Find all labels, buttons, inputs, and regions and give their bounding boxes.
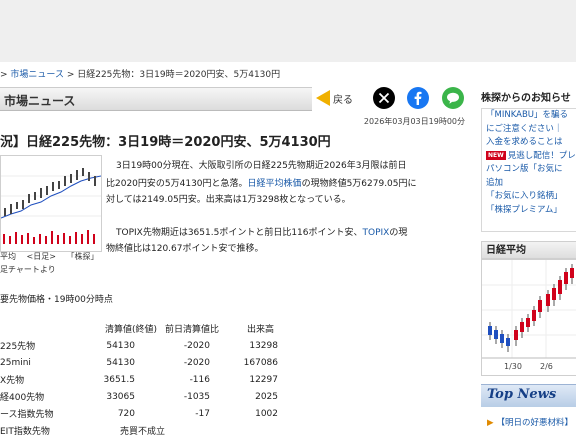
chart-tab-kabutan[interactable]: 「株探」 [67,252,99,261]
table-row: EIT指数先物 売買不成立 [0,427,166,437]
article-paragraph-1-line-1: 3日19時00分現在、大阪取引所の日経225先物期近2026年3月限は前日 [116,161,407,171]
table-header-settlement-label: 清算値(終値) [105,325,158,335]
table-header-name [0,320,100,337]
top-news-item-label: 【明日の好悪材料】 [496,418,574,428]
notice-item[interactable]: 「お気に入り銘柄」 [482,190,576,204]
triangle-right-icon: ▶ [487,418,494,428]
back-label: 戻る [333,94,353,106]
article-headline: 況】日経225先物：3日19時＝2020円安、5万4130円 [0,135,331,150]
breadcrumb-market-news-link[interactable]: 市場ニュース [10,70,64,80]
breadcrumb: > 市場ニュース > 日経225先物：3日19時＝2020円安、5万4130円 [0,67,280,80]
futures-price-table: 清算値(終値) 前日清算値比 出来高 225先物 54130 -2020 13298… [0,320,278,439]
para2-line1-tail: の現 [389,228,408,238]
table-row: 225先物 54130 -2020 13298 [0,340,278,353]
notice-item[interactable]: 入金を求めることは [482,136,576,150]
notice-item[interactable]: 「株探プレミアム」 [482,204,576,218]
para1-line2-tail: の現物終値5万6279.05円に [301,179,417,189]
nikkei-average-chart-svg: 1/30 2/6 [482,260,576,371]
table-header-volume-label: 出来高 [247,325,275,335]
chart-tab-daily[interactable]: <日足> [27,252,56,261]
notice-item-label: 見逃し配信！プレ [507,150,576,161]
nikkei-thumbnail-chart[interactable] [0,155,102,252]
new-badge: NEW [486,150,506,160]
table-row: 25mini 54130 -2020 167086 [0,357,278,368]
top-news-header: Top News [481,384,576,407]
back-arrow-icon [316,90,330,106]
nikkei-average-link[interactable]: 日経平均株価 [248,179,302,189]
article-paragraph-2-line-1: TOPIX先物期近は3651.5ポイントと前日比116ポイント安、TOPIXの現 [116,225,407,241]
facebook-share-button[interactable] [407,87,429,109]
notice-list: 「MINKABU」を騙る にご注意ください｜ 入金を求めることは NEW 見逃し配… [481,108,576,232]
futures-table-title: 要先物価格・19時00分時点 [0,295,113,305]
top-news-item[interactable]: ▶ 【明日の好悪材料】 [487,416,573,428]
x-share-button[interactable] [373,87,395,109]
article-paragraph-1-line-3: 対しては2149.05円安。出来高は1万3298枚となっている。 [106,195,351,205]
para1-line2-text: 比2020円安の5万4130円と急落。 [106,179,248,189]
chart-tab-average[interactable]: 平均 [0,252,16,261]
top-news-label: Top News [487,387,557,402]
notice-item[interactable]: にご注意ください｜ [482,123,576,137]
article-paragraph-2-line-2: 物終値比は120.67ポイント安で推移。 [106,244,264,254]
breadcrumb-current: 日経225先物：3日19時＝2020円安、5万4130円 [77,70,281,80]
section-header: 市場ニュース [0,87,312,111]
article-timestamp: 2026年03月03日19時00分 [363,117,465,126]
browser-header-area [0,0,576,62]
table-row: ース指数先物 720 -17 1002 [0,408,278,421]
notice-item[interactable]: 追加 [482,177,576,191]
facebook-icon [414,91,422,105]
back-button[interactable]: 戻る [316,90,353,106]
table-header-change-label: 前日清算値比 [165,325,220,335]
chart-x-tick: 1/30 [504,362,522,371]
para2-line1-text: TOPIX先物期近は3651.5ポイントと前日比116ポイント安、 [116,228,363,238]
table-row: X先物 3651.5 -116 12297 [0,374,278,387]
topix-link[interactable]: TOPIX [363,228,390,238]
breadcrumb-prefix: > [0,70,11,80]
line-icon [447,92,459,104]
chart-x-tick: 2/6 [540,362,553,371]
thumbnail-chart-svg [0,168,102,244]
line-share-button[interactable] [442,87,464,109]
notice-item[interactable]: 「MINKABU」を騙る [482,109,576,123]
chart-tabs: 平均 <日足> 「株探」 [0,251,107,262]
table-header-row: 清算値(終値) 前日清算値比 出来高 [0,320,278,337]
chart-caption: 足チャートより [0,265,56,274]
section-title: 市場ニュース [4,94,76,108]
article-paragraph-1-line-2: 比2020円安の5万4130円と急落。日経平均株価の現物終値5万6279.05円… [106,176,417,192]
notice-item[interactable]: パソコン版「お気に [482,163,576,177]
breadcrumb-separator: > [63,70,78,80]
notice-item-new[interactable]: NEW 見逃し配信！プレ [482,150,576,164]
nikkei-average-heading: 日経平均 [481,241,576,259]
x-icon [378,92,390,104]
notice-heading: 株探からのお知らせ [481,93,571,104]
table-row: 経400先物 33065 -1035 2025 [0,391,278,404]
nikkei-average-chart[interactable]: 1/30 2/6 [481,259,576,376]
